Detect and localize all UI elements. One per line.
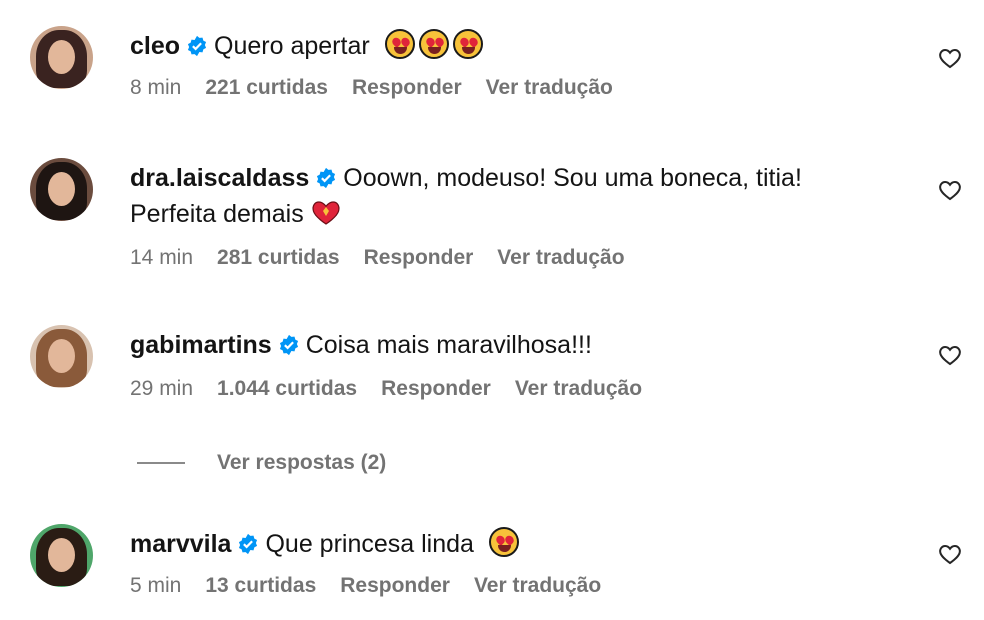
view-replies-label: Ver respostas (2) [217, 451, 387, 474]
reply-button[interactable]: Responder [364, 246, 474, 269]
comment-time[interactable]: 5 min [130, 574, 181, 597]
heart-eyes-emoji-icon [384, 29, 415, 59]
verified-badge-icon [279, 334, 298, 356]
heart-with-ribbon-emoji-icon [312, 201, 340, 225]
avatar[interactable] [30, 325, 93, 388]
comment-text-line2: Perfeita demais [130, 200, 304, 228]
replies-divider [137, 462, 185, 464]
reply-button[interactable]: Responder [340, 574, 450, 597]
comment-username[interactable]: gabimartins [130, 331, 272, 359]
translate-button[interactable]: Ver tradução [486, 76, 613, 99]
heart-outline-icon[interactable] [938, 46, 962, 70]
comment-time[interactable]: 29 min [130, 377, 193, 400]
reply-button[interactable]: Responder [381, 377, 491, 400]
comment-text: Ooown, modeuso! Sou uma boneca, titia! [343, 164, 802, 192]
verified-badge-icon [187, 35, 207, 57]
comment-likes[interactable]: 281 curtidas [217, 246, 340, 269]
avatar[interactable] [30, 26, 93, 89]
avatar[interactable] [30, 524, 93, 587]
heart-outline-icon[interactable] [938, 178, 962, 202]
comment-text: Quero apertar [214, 32, 370, 60]
comment-likes[interactable]: 221 curtidas [205, 76, 328, 99]
comment-text: Que princesa linda [265, 530, 474, 558]
heart-outline-icon[interactable] [938, 343, 962, 367]
comment-time[interactable]: 14 min [130, 246, 193, 269]
heart-outline-icon[interactable] [938, 542, 962, 566]
heart-eyes-emoji-icon [418, 29, 449, 59]
comment-likes[interactable]: 1.044 curtidas [217, 377, 357, 400]
avatar[interactable] [30, 158, 93, 221]
heart-eyes-emoji-icon [488, 527, 519, 557]
comment-text: Coisa mais maravilhosa!!! [305, 331, 592, 359]
comment-username[interactable]: dra.laiscaldass [130, 164, 309, 192]
heart-eyes-emoji-icon [452, 29, 483, 59]
verified-badge-icon [239, 533, 258, 555]
translate-button[interactable]: Ver tradução [515, 377, 642, 400]
verified-badge-icon [317, 167, 336, 189]
comment-username[interactable]: cleo [130, 32, 180, 60]
comment-username[interactable]: marvvila [130, 530, 231, 558]
comment-likes[interactable]: 13 curtidas [205, 574, 316, 597]
comment-time[interactable]: 8 min [130, 76, 181, 99]
comments-list: cleo Quero apertar 8 min 221 curtidas Respo… [0, 0, 984, 620]
reply-button[interactable]: Responder [352, 76, 462, 99]
translate-button[interactable]: Ver tradução [497, 246, 624, 269]
translate-button[interactable]: Ver tradução [474, 574, 601, 597]
view-replies-button[interactable]: Ver respostas (2) [137, 448, 386, 478]
